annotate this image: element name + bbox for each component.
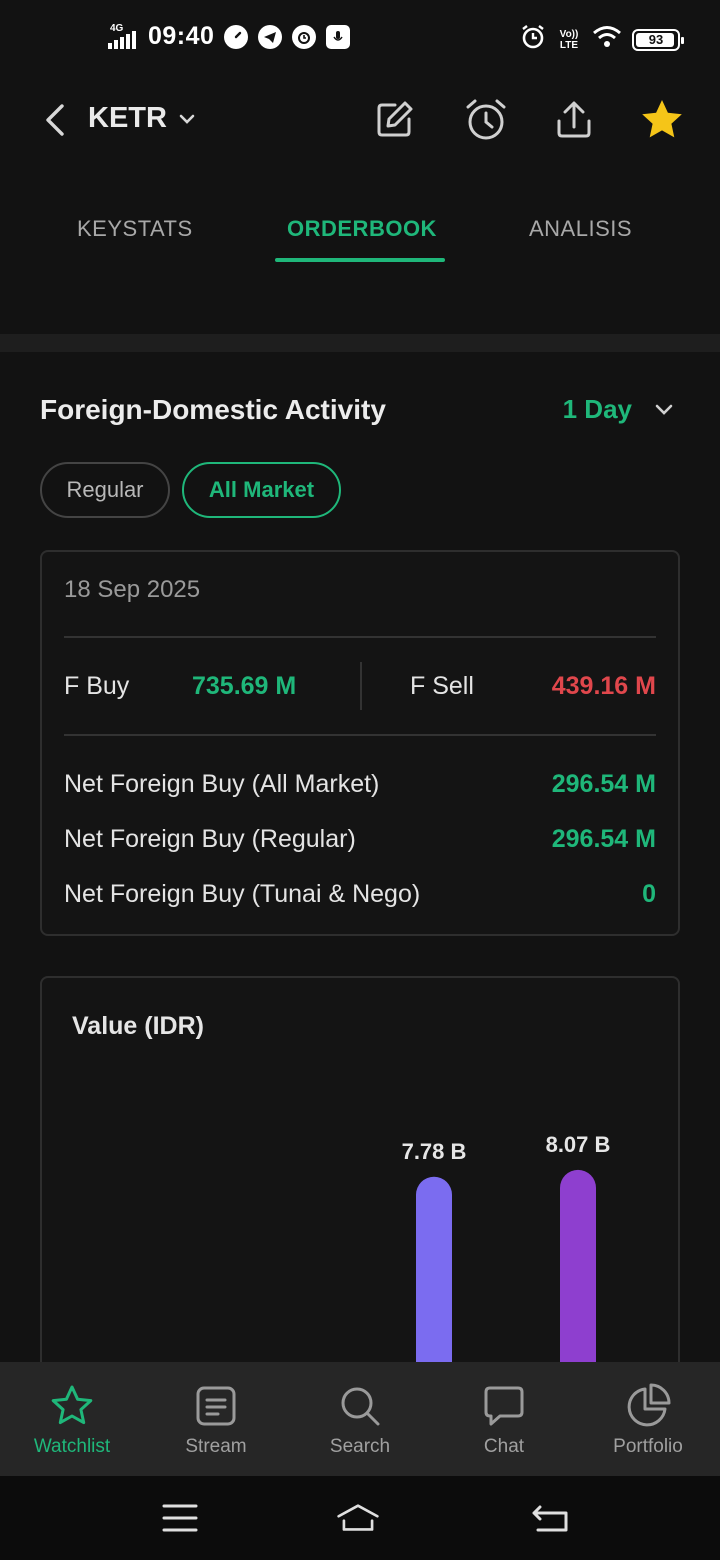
chevron-down-icon[interactable] <box>652 398 676 422</box>
speedometer-icon <box>224 24 249 49</box>
menu-icon[interactable] <box>158 1498 202 1538</box>
tab-orderbook[interactable]: ORDERBOOK <box>287 216 437 242</box>
nav-portfolio[interactable]: Portfolio <box>576 1362 720 1476</box>
net-foreign-label: Net Foreign Buy (All Market) <box>64 769 380 798</box>
foreign-buy-label: F Buy <box>64 672 130 700</box>
nav-search[interactable]: Search <box>288 1362 432 1476</box>
bottom-navigation: Watchlist Stream Search Chat Portfolio <box>0 1362 720 1476</box>
net-foreign-row: Net Foreign Buy (All Market) 296.54 M <box>64 764 656 804</box>
net-foreign-value: 296.54 M <box>551 824 656 853</box>
net-foreign-value: 0 <box>642 879 656 908</box>
value-chart-card: Value (IDR) 7.78 B 8.07 B <box>40 976 680 1376</box>
wifi-icon <box>592 25 622 54</box>
alarm-status-icon <box>520 24 546 55</box>
divider <box>64 636 656 638</box>
divider <box>64 734 656 736</box>
nav-label: Watchlist <box>33 1436 111 1457</box>
net-foreign-row: Net Foreign Buy (Tunai & Nego) 0 <box>64 874 656 914</box>
bar-value-label: 7.78 B <box>402 1139 467 1164</box>
foreign-sell-value: 439.16 M <box>551 672 656 700</box>
signal-icon: 4G <box>108 23 138 51</box>
share-icon[interactable] <box>550 96 598 144</box>
back-icon[interactable] <box>40 102 72 138</box>
home-icon[interactable] <box>336 1498 380 1538</box>
nav-label: Stream <box>185 1436 247 1457</box>
clock: 09:40 <box>148 22 215 50</box>
star-favorite-icon[interactable] <box>638 96 686 144</box>
app-header: KETR <box>0 82 720 156</box>
section-divider <box>0 334 720 352</box>
net-foreign-value: 296.54 M <box>551 769 656 798</box>
stream-icon <box>192 1382 240 1430</box>
ticker-symbol[interactable]: KETR <box>88 102 167 135</box>
filter-chip-regular[interactable]: Regular <box>40 462 170 518</box>
alarm-status-icon <box>292 24 317 49</box>
foreign-buy-value: 735.69 M <box>192 672 297 700</box>
active-tab-indicator <box>275 258 445 262</box>
nav-watchlist[interactable]: Watchlist <box>0 1362 144 1476</box>
divider <box>360 662 362 710</box>
edit-note-icon[interactable] <box>370 96 418 144</box>
net-foreign-label: Net Foreign Buy (Regular) <box>64 824 356 853</box>
foreign-sell-label: F Sell <box>410 672 474 700</box>
nav-label: Chat <box>483 1436 525 1457</box>
section-title: Foreign-Domestic Activity <box>40 394 386 425</box>
tab-analisis[interactable]: ANALISIS <box>529 216 632 242</box>
star-outline-icon <box>48 1382 96 1430</box>
back-nav-icon[interactable] <box>528 1498 572 1538</box>
net-foreign-row: Net Foreign Buy (Regular) 296.54 M <box>64 819 656 859</box>
chart-bar <box>416 1176 452 1374</box>
chat-icon <box>480 1382 528 1430</box>
status-bar: 4G 09:40 Vo)) LTE 93 <box>0 0 720 78</box>
alarm-icon[interactable] <box>462 96 510 144</box>
telegram-icon <box>258 24 283 49</box>
battery-indicator: 93 <box>632 28 684 51</box>
tab-keystats[interactable]: KEYSTATS <box>77 216 193 242</box>
chevron-down-icon[interactable] <box>176 108 198 130</box>
nav-chat[interactable]: Chat <box>432 1362 576 1476</box>
bar-value-label: 8.07 B <box>546 1132 611 1157</box>
period-selector[interactable]: 1 Day <box>563 394 632 425</box>
nav-label: Portfolio <box>613 1436 683 1457</box>
tab-bar: KEYSTATS ORDERBOOK ANALISIS <box>0 206 720 266</box>
filter-chip-all-market[interactable]: All Market <box>182 462 341 518</box>
pie-chart-icon <box>624 1382 672 1430</box>
nav-stream[interactable]: Stream <box>144 1362 288 1476</box>
net-foreign-label: Net Foreign Buy (Tunai & Nego) <box>64 879 421 908</box>
microphone-icon <box>326 24 351 49</box>
volte-indicator: Vo)) LTE <box>559 28 579 51</box>
system-navigation-bar <box>0 1476 720 1560</box>
foreign-activity-card: 18 Sep 2025 F Buy 735.69 M F Sell 439.16… <box>40 550 680 936</box>
battery-level: 93 <box>648 32 664 47</box>
nav-label: Search <box>329 1436 391 1457</box>
value-bar-chart: 7.78 B 8.07 B <box>402 1132 611 1374</box>
search-icon <box>336 1382 384 1430</box>
activity-date: 18 Sep 2025 <box>64 576 201 603</box>
chart-bar <box>560 1169 596 1374</box>
